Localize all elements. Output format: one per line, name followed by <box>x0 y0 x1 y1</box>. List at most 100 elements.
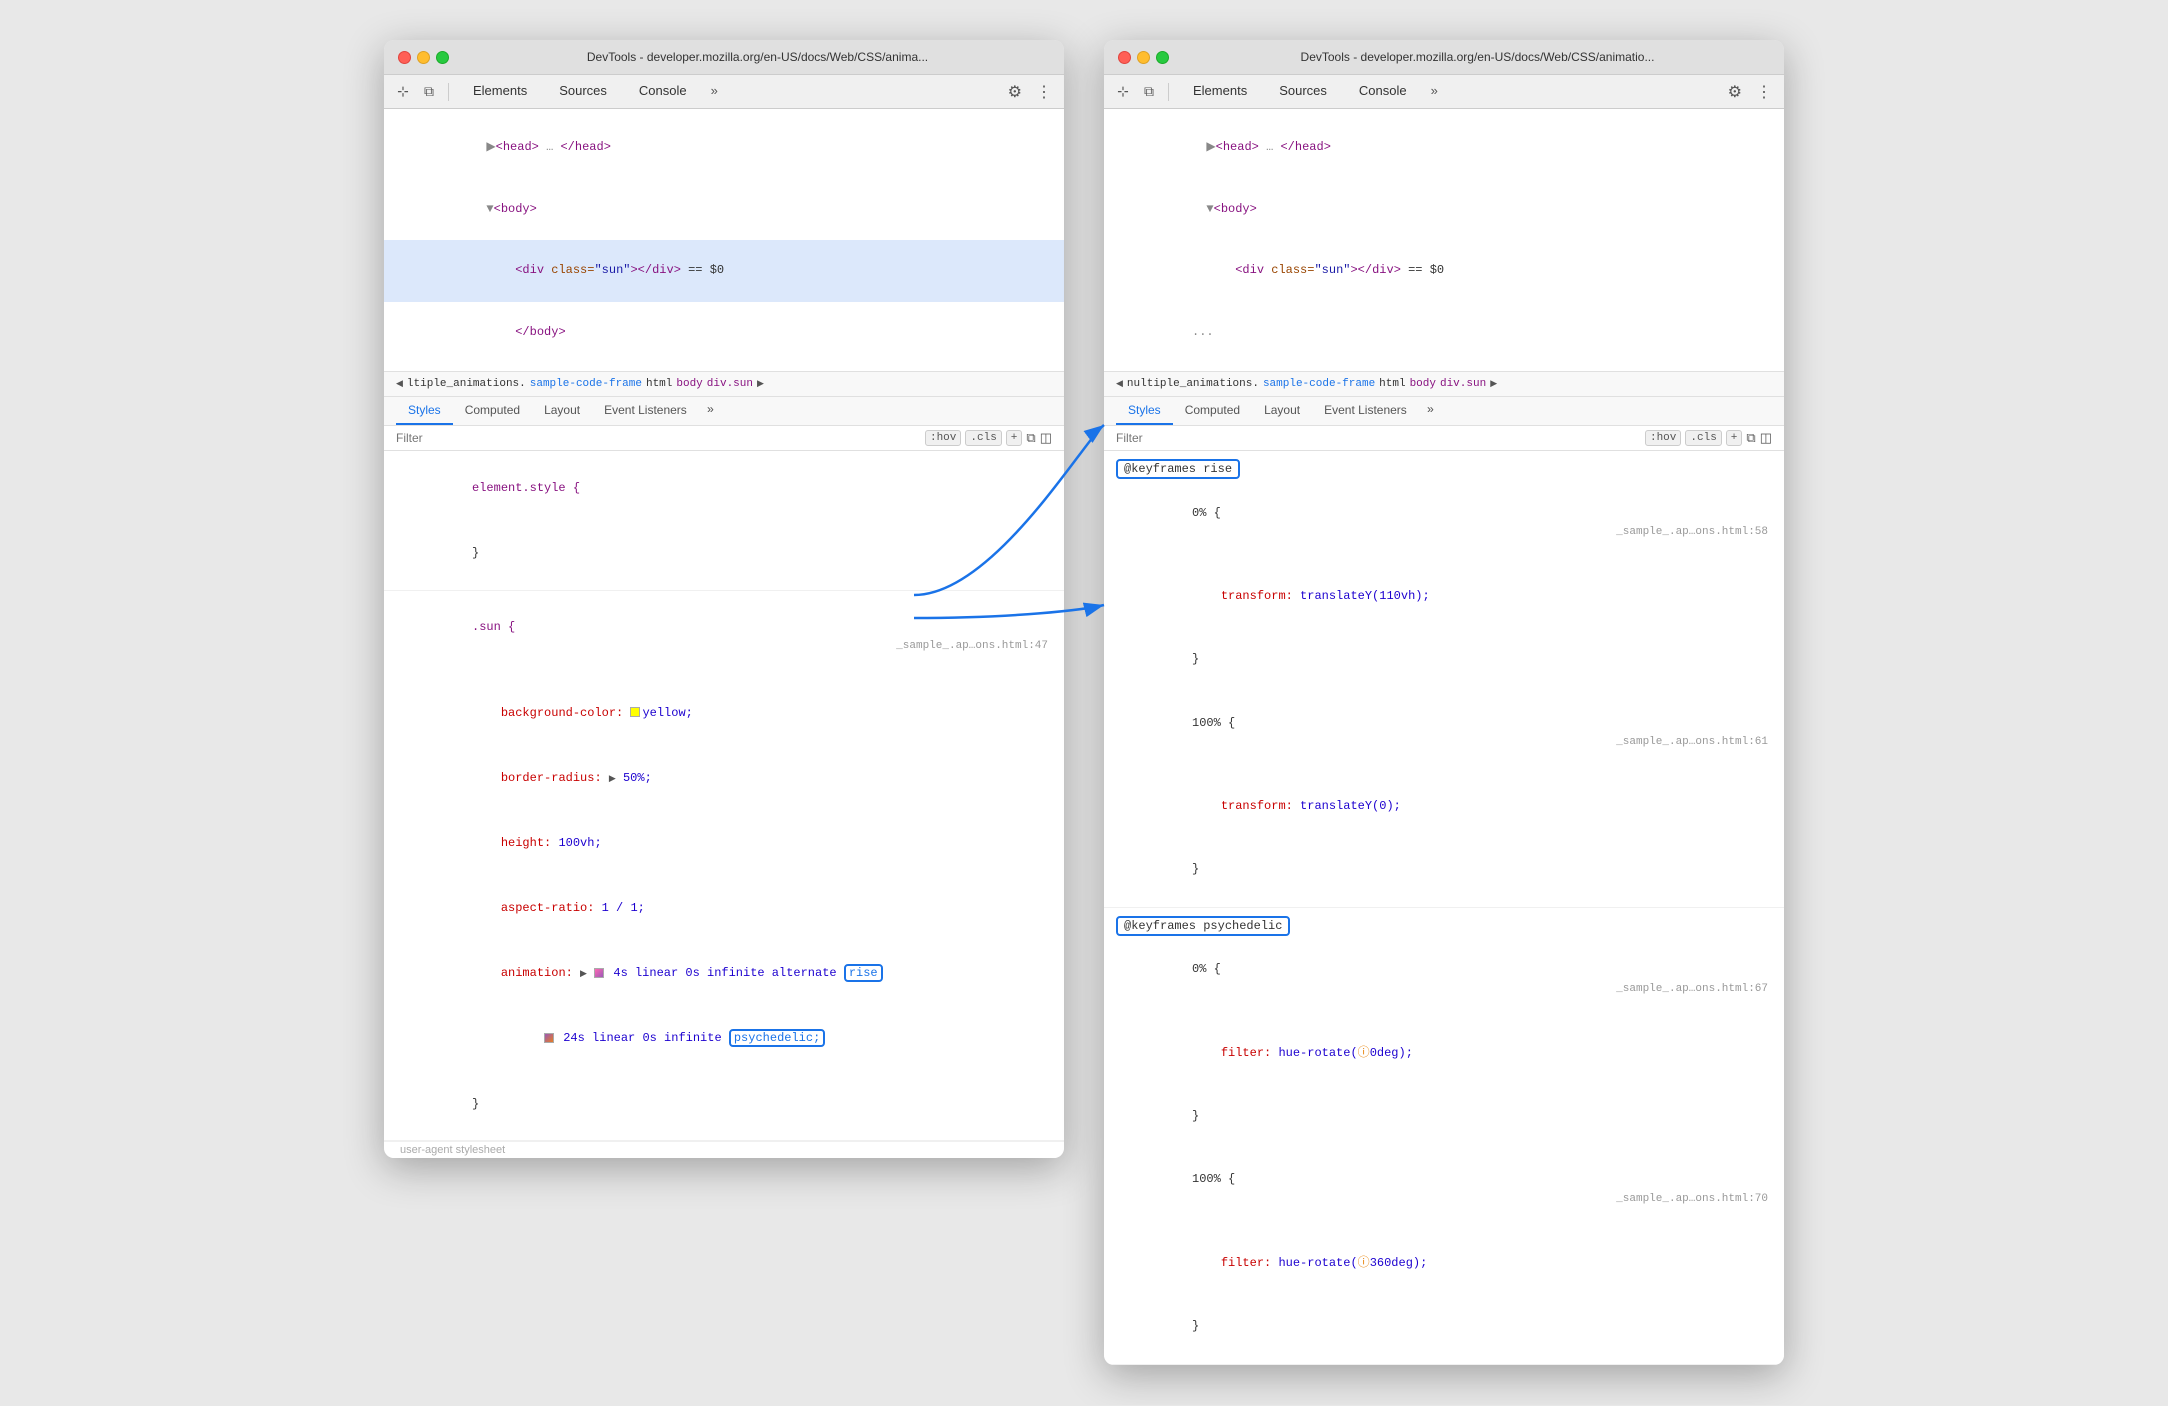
gear-icon-left[interactable]: ⚙ <box>1004 80 1026 104</box>
tab-console-left[interactable]: Console <box>623 79 703 104</box>
css-border-radius: border-radius: ▶ 50%; <box>384 745 1064 810</box>
filter-plus-right[interactable]: + <box>1726 430 1743 446</box>
html-line-body-open-right: ▼<body> <box>1104 179 1784 241</box>
keyframes-psy-100-source: _sample_.ap…ons.html:70 <box>1616 1190 1768 1209</box>
tab-elements-right[interactable]: Elements <box>1177 79 1263 104</box>
css-aspect-ratio: aspect-ratio: 1 / 1; <box>384 876 1064 941</box>
breadcrumb-frame-right[interactable]: sample-code-frame <box>1263 378 1375 390</box>
layers-icon-right[interactable]: ⧉ <box>1138 81 1160 103</box>
html-tree-left: ▶<head> … </head> ▼<body> <div class="su… <box>384 109 1064 372</box>
filter-sidebar-left[interactable]: ◫ <box>1040 431 1052 446</box>
minimize-button-left[interactable] <box>417 51 430 64</box>
filter-sidebar-right[interactable]: ◫ <box>1760 431 1772 446</box>
breadcrumb-back[interactable]: ◀ <box>396 379 403 389</box>
filter-input-left[interactable] <box>396 431 917 445</box>
cursor-icon[interactable]: ⊹ <box>392 81 414 103</box>
close-button-left[interactable] <box>398 51 411 64</box>
breadcrumb-forward[interactable]: ▶ <box>757 379 764 389</box>
breadcrumb-forward-right[interactable]: ▶ <box>1490 379 1497 389</box>
breadcrumb-html-right[interactable]: html <box>1379 378 1405 390</box>
tab-event-listeners-left[interactable]: Event Listeners <box>592 397 699 425</box>
keyframes-rise-0-selector: 0% { _sample_.ap…ons.html:58 <box>1104 481 1784 565</box>
css-rule-sun: .sun { _sample_.ap…ons.html:47 backgroun… <box>384 591 1064 1142</box>
filter-plus-left[interactable]: + <box>1006 430 1023 446</box>
more-icon-left[interactable]: ⋮ <box>1032 80 1056 104</box>
gear-icon-right[interactable]: ⚙ <box>1724 80 1746 104</box>
element-style-close: } <box>384 520 1064 585</box>
maximize-button-right[interactable] <box>1156 51 1169 64</box>
tab-styles-left[interactable]: Styles <box>396 397 453 425</box>
tab-computed-left[interactable]: Computed <box>453 397 532 425</box>
tab-sources-right[interactable]: Sources <box>1263 79 1343 104</box>
breadcrumb-divsun[interactable]: div.sun <box>707 378 753 390</box>
color-swatch-yellow[interactable] <box>630 707 640 717</box>
html-line-div-right[interactable]: <div class="sun"></div> == $0 <box>1104 240 1784 302</box>
css-animation-line1: animation: ▶ 4s linear 0s infinite alter… <box>384 941 1064 1006</box>
html-line-body-open: ▼<body> <box>384 179 1064 241</box>
content-left: ▶<head> … </head> ▼<body> <div class="su… <box>384 109 1064 1158</box>
toolbar-right: ⊹ ⧉ Elements Sources Console » ⚙ ⋮ <box>1104 75 1784 109</box>
window-title-left: DevTools - developer.mozilla.org/en-US/d… <box>465 50 1050 64</box>
tab-computed-right[interactable]: Computed <box>1173 397 1252 425</box>
filter-cls-left[interactable]: .cls <box>965 430 1001 446</box>
tab-more-left[interactable]: » <box>703 79 726 104</box>
maximize-button-left[interactable] <box>436 51 449 64</box>
color-swatch-anim2[interactable] <box>544 1033 554 1043</box>
keyframes-psy-0-source: _sample_.ap…ons.html:67 <box>1616 980 1768 999</box>
filter-input-right[interactable] <box>1116 431 1637 445</box>
title-bar-left: DevTools - developer.mozilla.org/en-US/d… <box>384 40 1064 75</box>
breadcrumb-body[interactable]: body <box>676 378 702 390</box>
tab-elements-left[interactable]: Elements <box>457 79 543 104</box>
keyframes-psy-0-selector: 0% { _sample_.ap…ons.html:67 <box>1104 938 1784 1022</box>
keyframes-psy-0-close: } <box>1104 1085 1784 1148</box>
html-line-head: ▶<head> … </head> <box>384 117 1064 179</box>
filter-copy-right[interactable]: ⧉ <box>1746 431 1755 446</box>
toolbar-tabs-right: Elements Sources Console » <box>1177 79 1720 104</box>
layers-icon[interactable]: ⧉ <box>418 81 440 103</box>
tab-sources-left[interactable]: Sources <box>543 79 623 104</box>
tab-layout-right[interactable]: Layout <box>1252 397 1312 425</box>
toolbar-tabs-left: Elements Sources Console » <box>457 79 1000 104</box>
tab-layout-left[interactable]: Layout <box>532 397 592 425</box>
keyframes-rise-label: @keyframes rise <box>1116 459 1240 479</box>
keyframes-rise-100-prop: transform: translateY(0); <box>1104 775 1784 838</box>
minimize-button-right[interactable] <box>1137 51 1150 64</box>
tab-more-right[interactable]: » <box>1423 79 1446 104</box>
more-icon-right[interactable]: ⋮ <box>1752 80 1776 104</box>
breadcrumb-back-right[interactable]: ◀ <box>1116 379 1123 389</box>
close-button-right[interactable] <box>1118 51 1131 64</box>
tab-styles-right[interactable]: Styles <box>1116 397 1173 425</box>
filter-hov-left[interactable]: :hov <box>925 430 961 446</box>
html-line-div-selected[interactable]: <div class="sun"></div> == $0 <box>384 240 1064 302</box>
devtools-window-right: DevTools - developer.mozilla.org/en-US/d… <box>1104 40 1784 1365</box>
keyframes-rise-100-close: } <box>1104 838 1784 901</box>
psychedelic-highlight: psychedelic; <box>729 1029 825 1047</box>
keyframes-rise-0-prop: transform: translateY(110vh); <box>1104 565 1784 628</box>
color-swatch-anim1[interactable] <box>594 968 604 978</box>
keyframes-rise-100-selector: 100% { _sample_.ap…ons.html:61 <box>1104 691 1784 775</box>
breadcrumb-html[interactable]: html <box>646 378 672 390</box>
content-right: ▶<head> … </head> ▼<body> <div class="su… <box>1104 109 1784 1365</box>
breadcrumb-file: ltiple_animations. <box>407 378 526 390</box>
keyframes-rise-0-source: _sample_.ap…ons.html:58 <box>1616 523 1768 542</box>
sun-close: } <box>384 1071 1064 1136</box>
tab-console-right[interactable]: Console <box>1343 79 1423 104</box>
traffic-lights-left <box>398 51 449 64</box>
filter-hov-right[interactable]: :hov <box>1645 430 1681 446</box>
tab-event-listeners-right[interactable]: Event Listeners <box>1312 397 1419 425</box>
tab-more-styles-left[interactable]: » <box>699 397 722 425</box>
breadcrumb-body-right[interactable]: body <box>1410 378 1436 390</box>
breadcrumb-frame[interactable]: sample-code-frame <box>530 378 642 390</box>
breadcrumb-divsun-right[interactable]: div.sun <box>1440 378 1486 390</box>
cursor-icon-right[interactable]: ⊹ <box>1112 81 1134 103</box>
filter-copy-left[interactable]: ⧉ <box>1026 431 1035 446</box>
tab-more-styles-right[interactable]: » <box>1419 397 1442 425</box>
toolbar-divider-right <box>1168 83 1169 101</box>
toolbar-right-right: ⚙ ⋮ <box>1724 80 1776 104</box>
warning-icon-1: ⓘ <box>1358 1046 1370 1060</box>
toolbar-divider <box>448 83 449 101</box>
warning-icon-2: ⓘ <box>1358 1256 1370 1270</box>
filter-cls-right[interactable]: .cls <box>1685 430 1721 446</box>
breadcrumb-left: ◀ ltiple_animations. sample-code-frame ht… <box>384 372 1064 397</box>
title-bar-right: DevTools - developer.mozilla.org/en-US/d… <box>1104 40 1784 75</box>
